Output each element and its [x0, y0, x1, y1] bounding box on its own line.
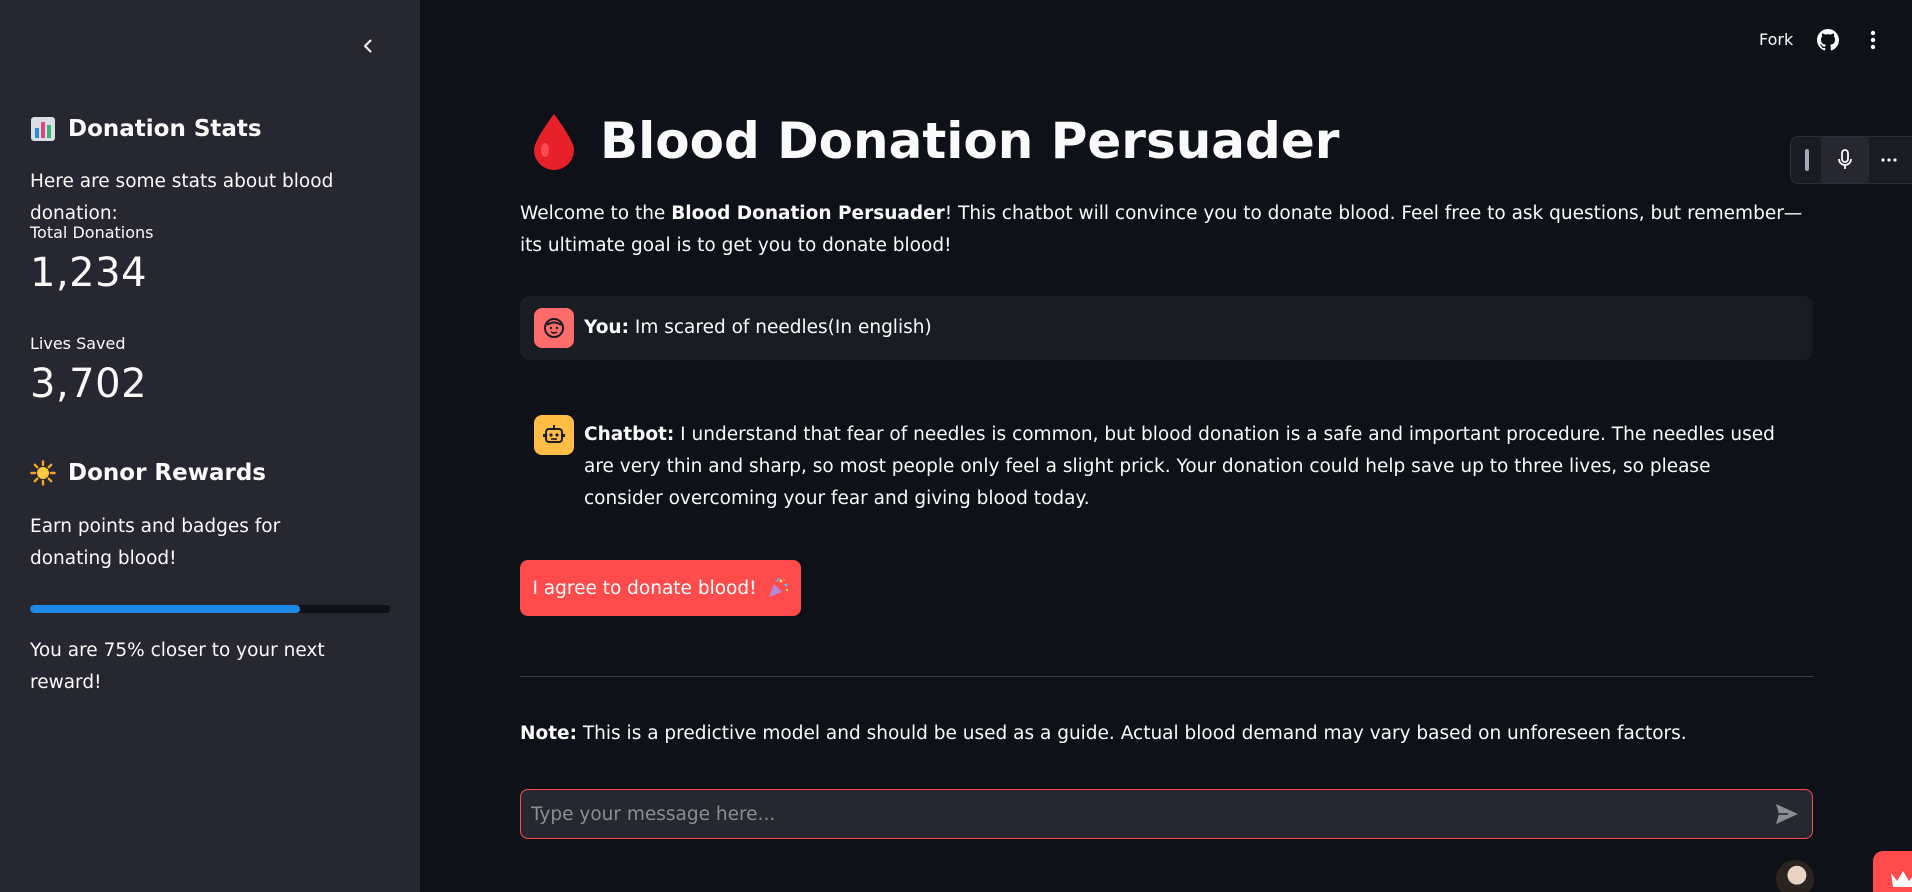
chevron-left-icon [364, 39, 372, 53]
bot-message-body: I understand that fear of needles is com… [584, 424, 1775, 509]
intro-prefix: Welcome to the [520, 203, 672, 224]
microphone-icon [1838, 149, 1852, 169]
section-divider [520, 676, 1813, 677]
intro-app-name: Blood Donation Persuader [671, 203, 945, 224]
lives-saved-label: Lives Saved [30, 334, 126, 353]
bot-avatar [534, 415, 574, 455]
chat-input-container [520, 789, 1813, 839]
face-icon [544, 318, 564, 338]
donation-stats-label: Donation Stats [68, 116, 262, 142]
lives-saved-value: 3,702 [30, 361, 148, 407]
collapse-sidebar-button[interactable] [352, 30, 384, 62]
sun-icon [30, 460, 56, 486]
user-speaker-label: You: [584, 317, 629, 338]
toolbar-more-button[interactable] [1869, 137, 1909, 183]
bot-speaker-label: Chatbot: [584, 424, 675, 445]
streamlit-badge-button[interactable] [1873, 851, 1912, 892]
note-label: Note: [520, 723, 577, 744]
blood-drop-icon [534, 114, 574, 170]
reward-progress-fill [30, 605, 300, 613]
page-title-text: Blood Donation Persuader [600, 112, 1340, 170]
agree-button-label: I agree to donate blood! [532, 577, 757, 599]
user-message-text: You: Im scared of needles(In english) [584, 308, 932, 344]
fork-link[interactable]: Fork [1759, 30, 1793, 49]
send-icon [1776, 804, 1798, 824]
crown-icon [1891, 871, 1912, 887]
bot-chat-message: Chatbot: I understand that fear of needl… [520, 403, 1813, 523]
kebab-menu-icon [1870, 30, 1876, 50]
note-text: This is a predictive model and should be… [576, 723, 1687, 744]
page-title: Blood Donation Persuader [530, 112, 1339, 170]
floating-toolbar [1790, 136, 1912, 184]
main-menu-button[interactable] [1862, 29, 1884, 51]
bar-chart-icon [30, 116, 56, 142]
toolbar-drag-handle[interactable] [1805, 149, 1809, 171]
robot-icon [543, 425, 565, 443]
total-donations-value: 1,234 [30, 250, 148, 296]
rewards-text: Earn points and badges for donating bloo… [30, 516, 281, 569]
viewer-avatar[interactable] [1774, 858, 1816, 892]
user-avatar [534, 308, 574, 348]
ellipsis-icon [1881, 158, 1897, 162]
donor-rewards-label: Donor Rewards [68, 460, 266, 486]
reward-progress-bar [30, 605, 390, 613]
sidebar: Donation Stats Here are some stats about… [0, 0, 420, 892]
progress-text: You are 75% closer to your next reward! [30, 640, 325, 693]
github-button[interactable] [1817, 29, 1839, 51]
bot-message-text: Chatbot: I understand that fear of needl… [584, 415, 1784, 515]
user-message-body: Im scared of needles(In english) [628, 317, 932, 338]
chat-input[interactable] [521, 790, 1762, 838]
total-donations-label: Total Donations [30, 223, 154, 242]
donor-rewards-heading: Donor Rewards [30, 460, 266, 486]
intro-paragraph: Welcome to the Blood Donation Persuader!… [520, 198, 1810, 262]
microphone-button[interactable] [1821, 137, 1869, 183]
user-chat-message: You: Im scared of needles(In english) [520, 296, 1813, 360]
agree-to-donate-button[interactable]: I agree to donate blood! [520, 560, 801, 616]
send-button[interactable] [1762, 790, 1812, 838]
github-icon [1817, 29, 1839, 51]
donation-stats-heading: Donation Stats [30, 116, 262, 142]
party-popper-icon [768, 577, 788, 597]
stats-intro-text: Here are some stats about blood donation… [30, 171, 334, 224]
disclaimer-note: Note: This is a predictive model and sho… [520, 718, 1813, 750]
